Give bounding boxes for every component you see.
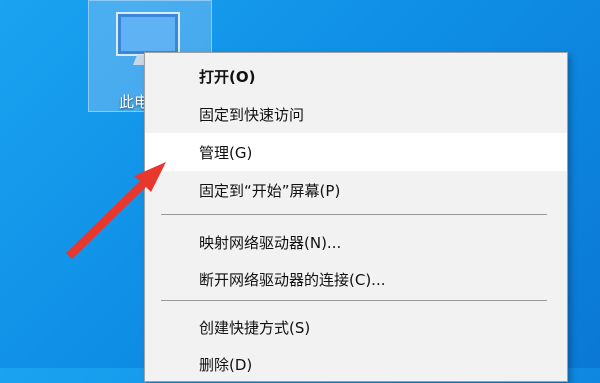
menu-item-create-shortcut[interactable]: 创建快捷方式(S): [145, 308, 567, 346]
menu-item-disconnect-network-drive[interactable]: 断开网络驱动器的连接(C)...: [145, 260, 567, 298]
menu-separator: [161, 300, 547, 301]
menu-item-manage[interactable]: 管理(G): [145, 133, 567, 171]
menu-item-open[interactable]: 打开(O): [145, 57, 567, 95]
menu-separator: [161, 214, 547, 215]
menu-item-map-network-drive[interactable]: 映射网络驱动器(N)...: [145, 223, 567, 261]
menu-item-pin-quick-access[interactable]: 固定到快速访问: [145, 95, 567, 133]
menu-item-delete[interactable]: 删除(D): [145, 345, 567, 383]
menu-item-pin-start[interactable]: 固定到“开始”屏幕(P): [145, 171, 567, 209]
context-menu: 打开(O) 固定到快速访问 管理(G) 固定到“开始”屏幕(P) 映射网络驱动器…: [144, 52, 568, 382]
